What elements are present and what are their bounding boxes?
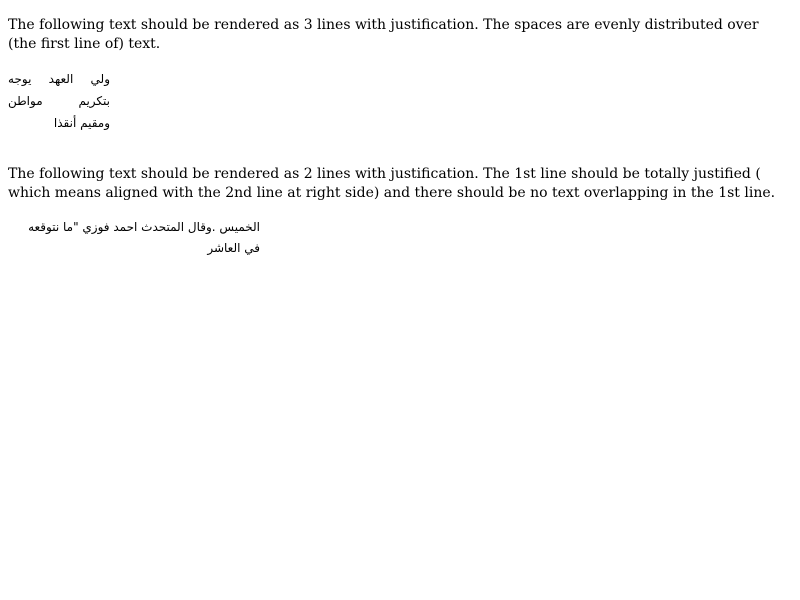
section1-arabic-word-4: بتكريم [78, 94, 110, 108]
section2-arabic-block: الخميس .وقال المتحدث احمد فوزي "ما نتوقع… [8, 217, 260, 259]
section2-arabic-line-1: الخميس .وقال المتحدث احمد فوزي "ما نتوقع… [28, 220, 260, 234]
section1-arabic-line-2: بتكريم مواطن [8, 90, 110, 112]
section1-arabic-block: ولي العهد يوجه بتكريم مواطن ومقيم أنقذا [8, 68, 110, 134]
section1-arabic-word-5: مواطن [8, 94, 43, 108]
section1-arabic-word-2: العهد [48, 72, 74, 86]
section1-description: The following text should be rendered as… [8, 17, 759, 52]
page: The following text should be rendered as… [0, 0, 800, 600]
section1-arabic-word-1: ولي [90, 72, 110, 86]
section1-arabic-word-3: يوجه [8, 72, 32, 86]
section2-arabic-line-2: في العاشر [207, 241, 260, 255]
section2-description: The following text should be rendered as… [8, 166, 776, 201]
section1-arabic-line-3: ومقيم أنقذا [53, 116, 110, 130]
section1-arabic-line-1: ولي العهد يوجه [8, 68, 110, 90]
